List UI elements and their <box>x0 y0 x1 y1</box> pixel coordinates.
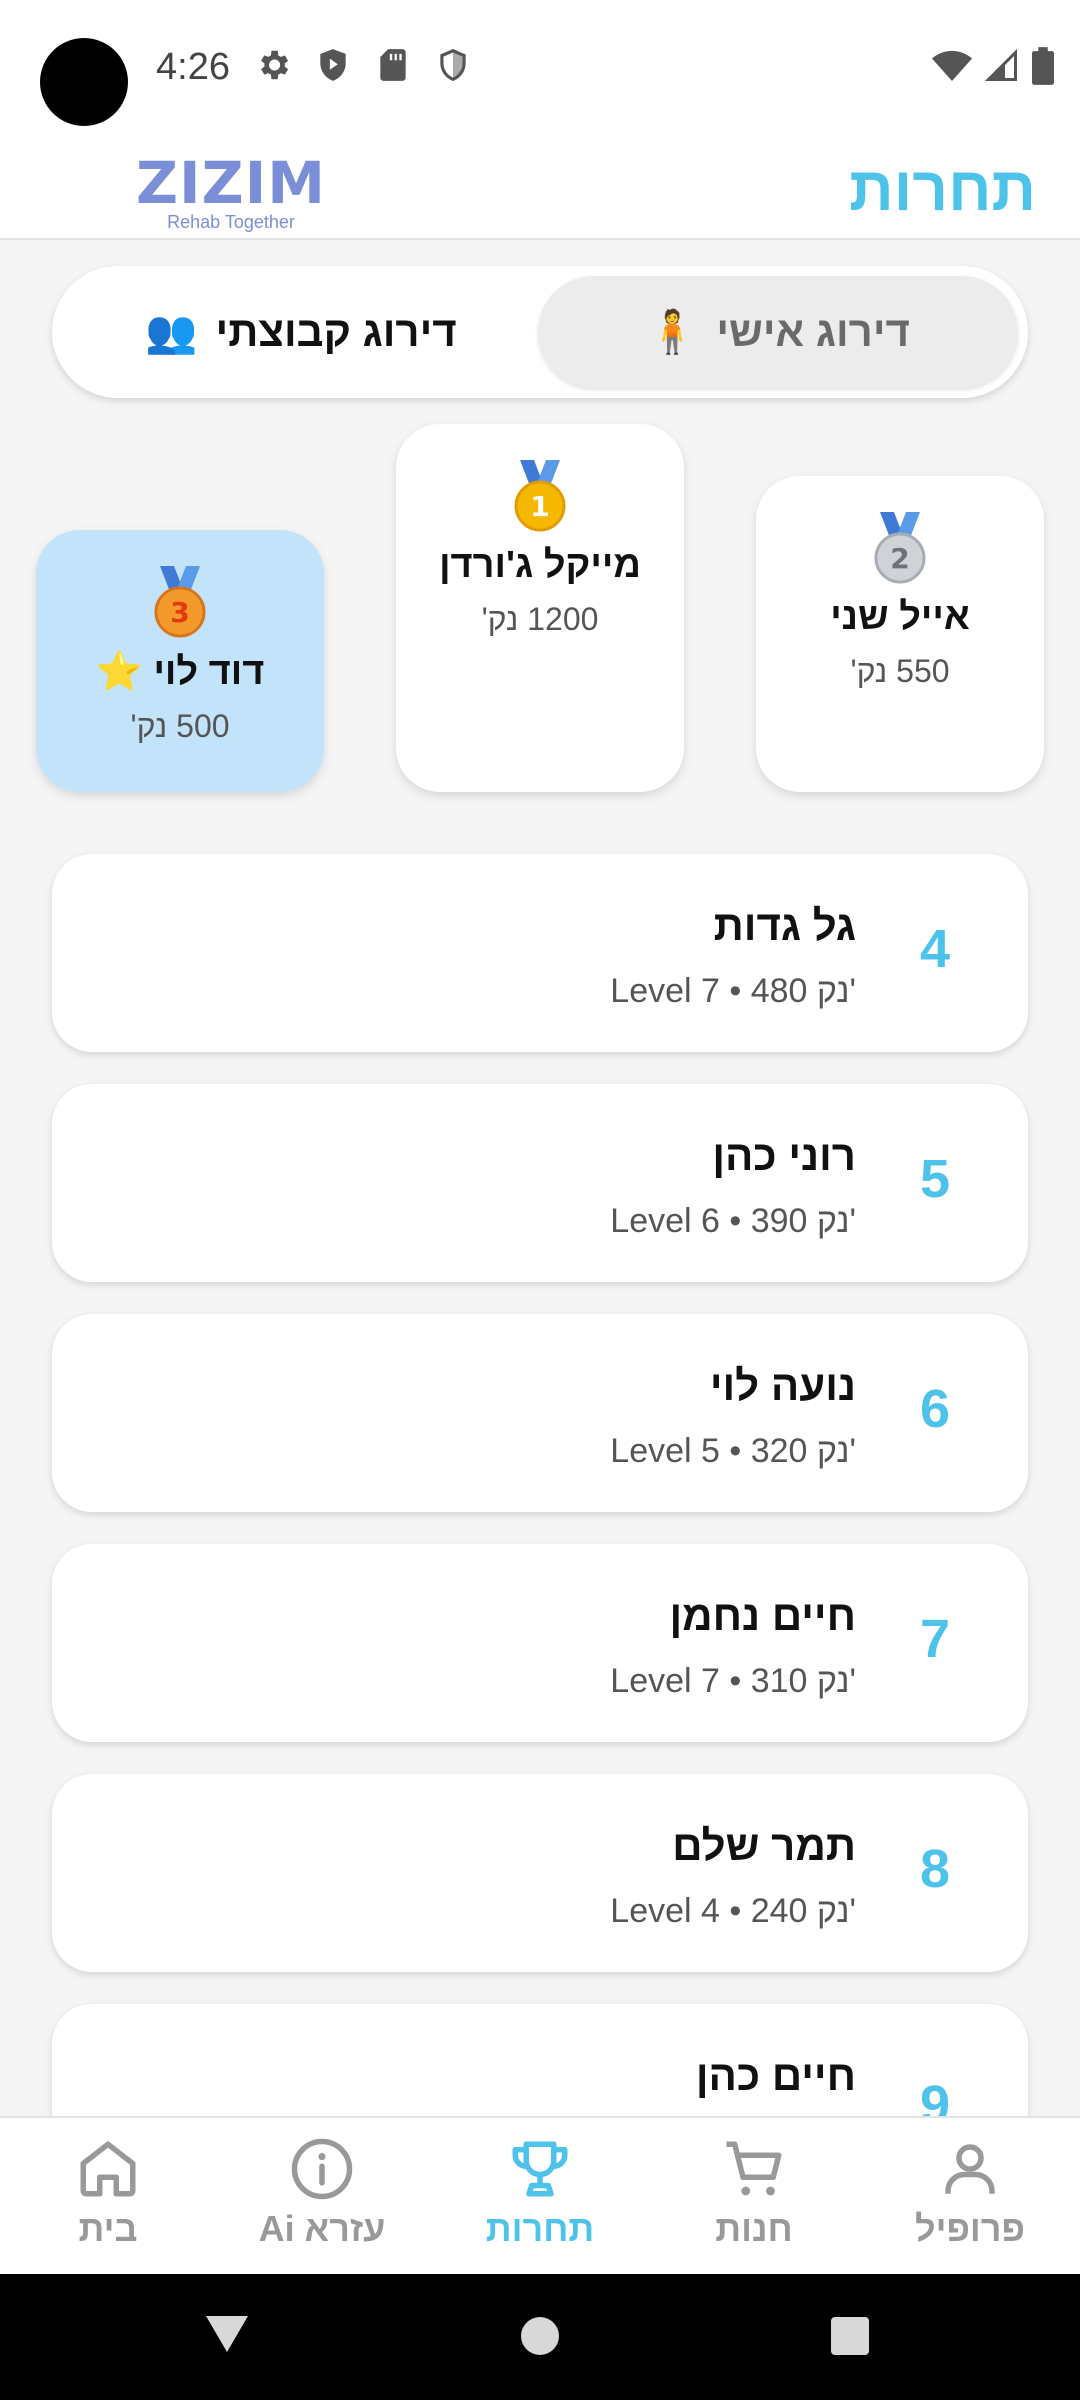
gear-icon <box>261 50 289 80</box>
wifi-icon <box>932 50 972 81</box>
bronze-medal-icon: 3 <box>154 566 206 638</box>
ranking-toggle: דירוג אישי 🧍 דירוג קבוצתי 👥 <box>52 266 1028 398</box>
shield-play-icon <box>320 49 346 81</box>
back-icon[interactable] <box>204 2314 250 2354</box>
leaderboard-row[interactable]: 6 נועה לוי Level 5 • 320 נק' <box>52 1314 1028 1512</box>
leaderboard-row[interactable]: 4 גל גדות Level 7 • 480 נק' <box>52 854 1028 1052</box>
trophy-icon <box>512 2141 568 2197</box>
signal-icon <box>984 48 1017 81</box>
nav-ai-helper-label: עזרא Ai <box>258 2208 386 2249</box>
nav-home-label: בית <box>78 2208 138 2249</box>
player-name: חיים נחמן <box>669 1592 856 1639</box>
gold-medal-icon: 1 <box>514 460 566 532</box>
rank-number: 7 <box>919 1609 950 1669</box>
group-ranking-tab[interactable]: דירוג קבוצתי 👥 <box>62 276 540 388</box>
home-icon <box>80 2141 136 2197</box>
podium-third-place[interactable]: 3 דוד לוי ⭐ 500 נק' <box>36 530 324 792</box>
player-name: גל גדות <box>713 902 856 949</box>
nav-ai-helper[interactable]: עזרא Ai <box>222 2136 422 2266</box>
sd-card-icon <box>380 49 406 81</box>
medal-rank-2: 2 <box>890 542 909 575</box>
podium-name: אייל שני <box>830 596 970 638</box>
rank-number: 8 <box>919 1839 950 1899</box>
player-level-points: Level 7 • 480 נק' <box>610 972 856 1010</box>
status-time: 4:26 <box>156 46 230 88</box>
player-name: רוני כהן <box>712 1132 856 1179</box>
battery-icon <box>1032 47 1054 85</box>
shield-outline-icon <box>440 49 466 81</box>
status-bar: 4:26 <box>0 0 1080 140</box>
podium-second-place[interactable]: 2 אייל שני 550 נק' <box>756 476 1044 792</box>
personal-ranking-label: דירוג אישי <box>716 308 910 355</box>
podium-points: 500 נק' <box>130 708 230 744</box>
group-icon: 👥 <box>145 307 198 356</box>
player-level-points: Level 4 • 240 נק' <box>610 1892 856 1930</box>
page-title: תחרות <box>849 155 1036 224</box>
leaderboard-row[interactable]: 8 תמר שלם Level 4 • 240 נק' <box>52 1774 1028 1972</box>
nav-profile-label: פרופיל <box>915 2208 1025 2249</box>
medal-rank-1: 1 <box>530 490 549 523</box>
podium-points: 1200 נק' <box>481 601 599 637</box>
player-name: נועה לוי <box>709 1362 856 1409</box>
player-name: תמר שלם <box>672 1822 856 1869</box>
medal-rank-3: 3 <box>170 596 189 629</box>
leaderboard-row[interactable]: 7 חיים נחמן Level 7 • 310 נק' <box>52 1544 1028 1742</box>
nav-home[interactable]: בית <box>8 2136 208 2266</box>
zizim-logo[interactable]: ZIZIM Rehab Together <box>118 152 344 234</box>
podium-name: מייקל ג'ורדן <box>439 544 641 586</box>
app-header: ZIZIM Rehab Together תחרות <box>0 140 1080 240</box>
rank-number: 4 <box>919 919 950 979</box>
player-level-points: Level 7 • 310 נק' <box>610 1662 856 1700</box>
rank-number: 6 <box>919 1379 950 1439</box>
nav-shop-label: חנות <box>715 2208 793 2249</box>
player-level-points: Level 5 • 320 נק' <box>610 1432 856 1470</box>
podium-first-place[interactable]: 1 מייקל ג'ורדן 1200 נק' <box>396 424 684 792</box>
home-button-icon[interactable] <box>520 2316 560 2356</box>
nav-competitions[interactable]: תחרות <box>440 2136 640 2266</box>
info-icon <box>291 2138 353 2200</box>
leaderboard-row[interactable]: 5 רוני כהן Level 6 • 390 נק' <box>52 1084 1028 1282</box>
cart-icon <box>726 2141 782 2196</box>
group-ranking-label: דירוג קבוצתי <box>215 308 457 355</box>
player-name: חיים כהן <box>695 2052 856 2099</box>
nav-shop[interactable]: חנות <box>654 2136 854 2266</box>
person-icon: 🧍 <box>646 307 699 356</box>
player-level-points: Level 6 • 390 נק' <box>610 1202 856 1240</box>
personal-ranking-tab[interactable]: דירוג אישי 🧍 <box>538 276 1018 388</box>
logo-text: ZIZIM <box>136 149 326 217</box>
system-navigation-bar <box>0 2274 1080 2400</box>
silver-medal-icon: 2 <box>874 512 926 584</box>
nav-competitions-label: תחרות <box>485 2208 595 2249</box>
nav-profile[interactable]: פרופיל <box>870 2136 1070 2266</box>
profile-icon <box>945 2144 995 2194</box>
recents-icon[interactable] <box>830 2316 870 2356</box>
rank-number: 5 <box>919 1149 950 1209</box>
bottom-navigation: בית עזרא Ai תחרות חנות פרופיל <box>0 2116 1080 2274</box>
podium-name: דוד לוי ⭐ <box>95 651 265 693</box>
camera-cutout <box>40 38 128 126</box>
podium-points: 550 נק' <box>850 653 950 689</box>
